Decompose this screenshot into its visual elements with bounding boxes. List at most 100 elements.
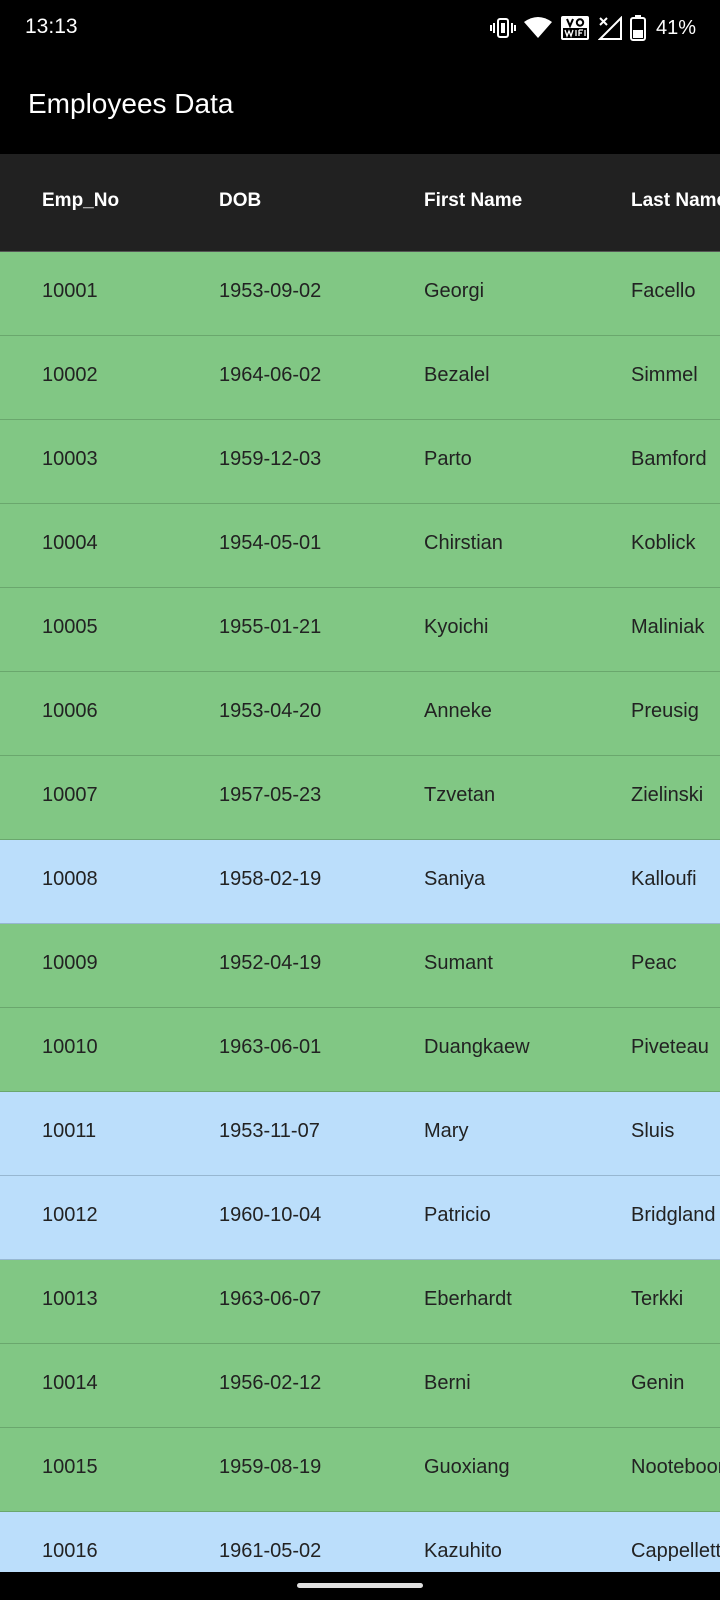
cell-first-name: Chirstian (424, 532, 503, 554)
cell-emp-no: 10005 (42, 616, 98, 638)
status-time: 13:13 (25, 15, 78, 38)
cell-dob: 1954-05-01 (219, 532, 322, 554)
cell-first-name: Sumant (424, 952, 493, 974)
cell-last-name: Zielinski (631, 784, 704, 806)
page-title: Employees Data (28, 88, 234, 119)
table-row[interactable]: 10013 1963-06-07 Eberhardt Terkki (0, 1260, 720, 1344)
cell-dob: 1953-11-07 (219, 1120, 320, 1142)
table-row[interactable]: 10003 1959-12-03 Parto Bamford (0, 420, 720, 504)
cell-last-name: Genin (631, 1372, 685, 1394)
table-row[interactable]: 10014 1956-02-12 Berni Genin (0, 1344, 720, 1428)
table-row[interactable]: 10016 1961-05-02 Kazuhito Cappelletti (0, 1512, 720, 1572)
table-row[interactable]: 10015 1959-08-19 Guoxiang Nooteboom (0, 1428, 720, 1512)
cell-last-name: Simmel (631, 364, 698, 386)
status-bar: 13:13 41% (0, 0, 720, 56)
cell-emp-no: 10014 (42, 1372, 98, 1394)
cell-emp-no: 10001 (42, 280, 98, 302)
cell-dob: 1961-05-02 (219, 1540, 322, 1562)
cell-dob: 1958-02-19 (219, 868, 322, 890)
table-row[interactable]: 10004 1954-05-01 Chirstian Koblick (0, 504, 720, 588)
wifi-icon (523, 17, 552, 39)
cell-dob: 1953-09-02 (219, 280, 322, 302)
app-bar: Employees Data (0, 56, 720, 154)
vibrate-icon (489, 16, 516, 40)
cell-emp-no: 10006 (42, 700, 98, 722)
cell-first-name: Saniya (424, 868, 486, 890)
table-row[interactable]: 10006 1953-04-20 Anneke Preusig (0, 672, 720, 756)
cell-emp-no: 10003 (42, 448, 98, 470)
cell-first-name: Kyoichi (424, 616, 489, 638)
battery-icon (629, 15, 646, 41)
cell-emp-no: 10011 (42, 1120, 97, 1142)
cell-last-name: Piveteau (631, 1036, 709, 1058)
home-indicator[interactable] (297, 1583, 423, 1588)
table-row[interactable]: 10007 1957-05-23 Tzvetan Zielinski (0, 756, 720, 840)
table-row[interactable]: 10001 1953-09-02 Georgi Facello (0, 252, 720, 336)
table-row[interactable]: 10011 1953-11-07 Mary Sluis (0, 1092, 720, 1176)
table-row[interactable]: 10008 1958-02-19 Saniya Kalloufi (0, 840, 720, 924)
cell-last-name: Bamford (631, 448, 707, 470)
table-header: Emp_No DOB First Name Last Name (0, 154, 720, 252)
cell-emp-no: 10009 (42, 952, 98, 974)
cell-first-name: Berni (424, 1372, 471, 1394)
cell-first-name: Patricio (424, 1204, 491, 1226)
cell-first-name: Anneke (424, 700, 492, 722)
column-header-emp-no[interactable]: Emp_No (42, 190, 119, 212)
cell-emp-no: 10013 (42, 1288, 98, 1310)
table-row[interactable]: 10002 1964-06-02 Bezalel Simmel (0, 336, 720, 420)
cell-first-name: Kazuhito (424, 1540, 502, 1562)
column-header-last-name[interactable]: Last Name (631, 190, 720, 212)
cell-last-name: Cappelletti (631, 1540, 720, 1562)
cell-last-name: Peac (631, 952, 677, 974)
signal-icon (597, 16, 622, 40)
cell-first-name: Parto (424, 448, 472, 470)
cell-last-name: Koblick (631, 532, 696, 554)
cell-dob: 1959-08-19 (219, 1456, 322, 1478)
table-row[interactable]: 10012 1960-10-04 Patricio Bridgland (0, 1176, 720, 1260)
table-body: 10001 1953-09-02 Georgi Facello 10002 1964-06… (0, 252, 720, 1572)
employees-table[interactable]: Emp_No DOB First Name Last Name 10001 195… (0, 154, 720, 1572)
navigation-bar (0, 1572, 720, 1600)
cell-first-name: Guoxiang (424, 1456, 510, 1478)
cell-emp-no: 10007 (42, 784, 98, 806)
cell-emp-no: 10015 (42, 1456, 98, 1478)
cell-emp-no: 10004 (42, 532, 98, 554)
table-row[interactable]: 10010 1963-06-01 Duangkaew Piveteau (0, 1008, 720, 1092)
vowifi-icon (560, 15, 590, 41)
cell-last-name: Terkki (631, 1288, 684, 1310)
cell-dob: 1963-06-01 (219, 1036, 322, 1058)
cell-dob: 1956-02-12 (219, 1372, 322, 1394)
status-icons: 41% (489, 12, 696, 44)
cell-dob: 1959-12-03 (219, 448, 322, 470)
column-header-dob[interactable]: DOB (219, 190, 261, 212)
cell-first-name: Eberhardt (424, 1288, 512, 1310)
table-row[interactable]: 10009 1952-04-19 Sumant Peac (0, 924, 720, 1008)
battery-percent: 41% (655, 16, 696, 39)
cell-dob: 1955-01-21 (219, 616, 322, 638)
cell-last-name: Preusig (631, 700, 699, 722)
cell-last-name: Sluis (631, 1120, 675, 1142)
cell-dob: 1964-06-02 (219, 364, 322, 386)
cell-first-name: Bezalel (424, 364, 490, 386)
cell-dob: 1963-06-07 (219, 1288, 322, 1310)
cell-dob: 1957-05-23 (219, 784, 322, 806)
column-header-first-name[interactable]: First Name (424, 190, 522, 212)
cell-emp-no: 10010 (42, 1036, 98, 1058)
cell-last-name: Nooteboom (631, 1456, 720, 1478)
cell-emp-no: 10016 (42, 1540, 98, 1562)
cell-emp-no: 10012 (42, 1204, 98, 1226)
cell-dob: 1960-10-04 (219, 1204, 322, 1226)
cell-first-name: Mary (424, 1120, 469, 1142)
cell-first-name: Duangkaew (424, 1036, 530, 1058)
cell-last-name: Bridgland (631, 1204, 716, 1226)
cell-first-name: Georgi (424, 280, 485, 302)
cell-last-name: Maliniak (631, 616, 705, 638)
cell-dob: 1952-04-19 (219, 952, 322, 974)
cell-last-name: Kalloufi (631, 868, 697, 890)
table-row[interactable]: 10005 1955-01-21 Kyoichi Maliniak (0, 588, 720, 672)
cell-dob: 1953-04-20 (219, 700, 322, 722)
cell-last-name: Facello (631, 280, 696, 302)
cell-emp-no: 10008 (42, 868, 98, 890)
cell-first-name: Tzvetan (424, 784, 496, 806)
cell-emp-no: 10002 (42, 364, 98, 386)
